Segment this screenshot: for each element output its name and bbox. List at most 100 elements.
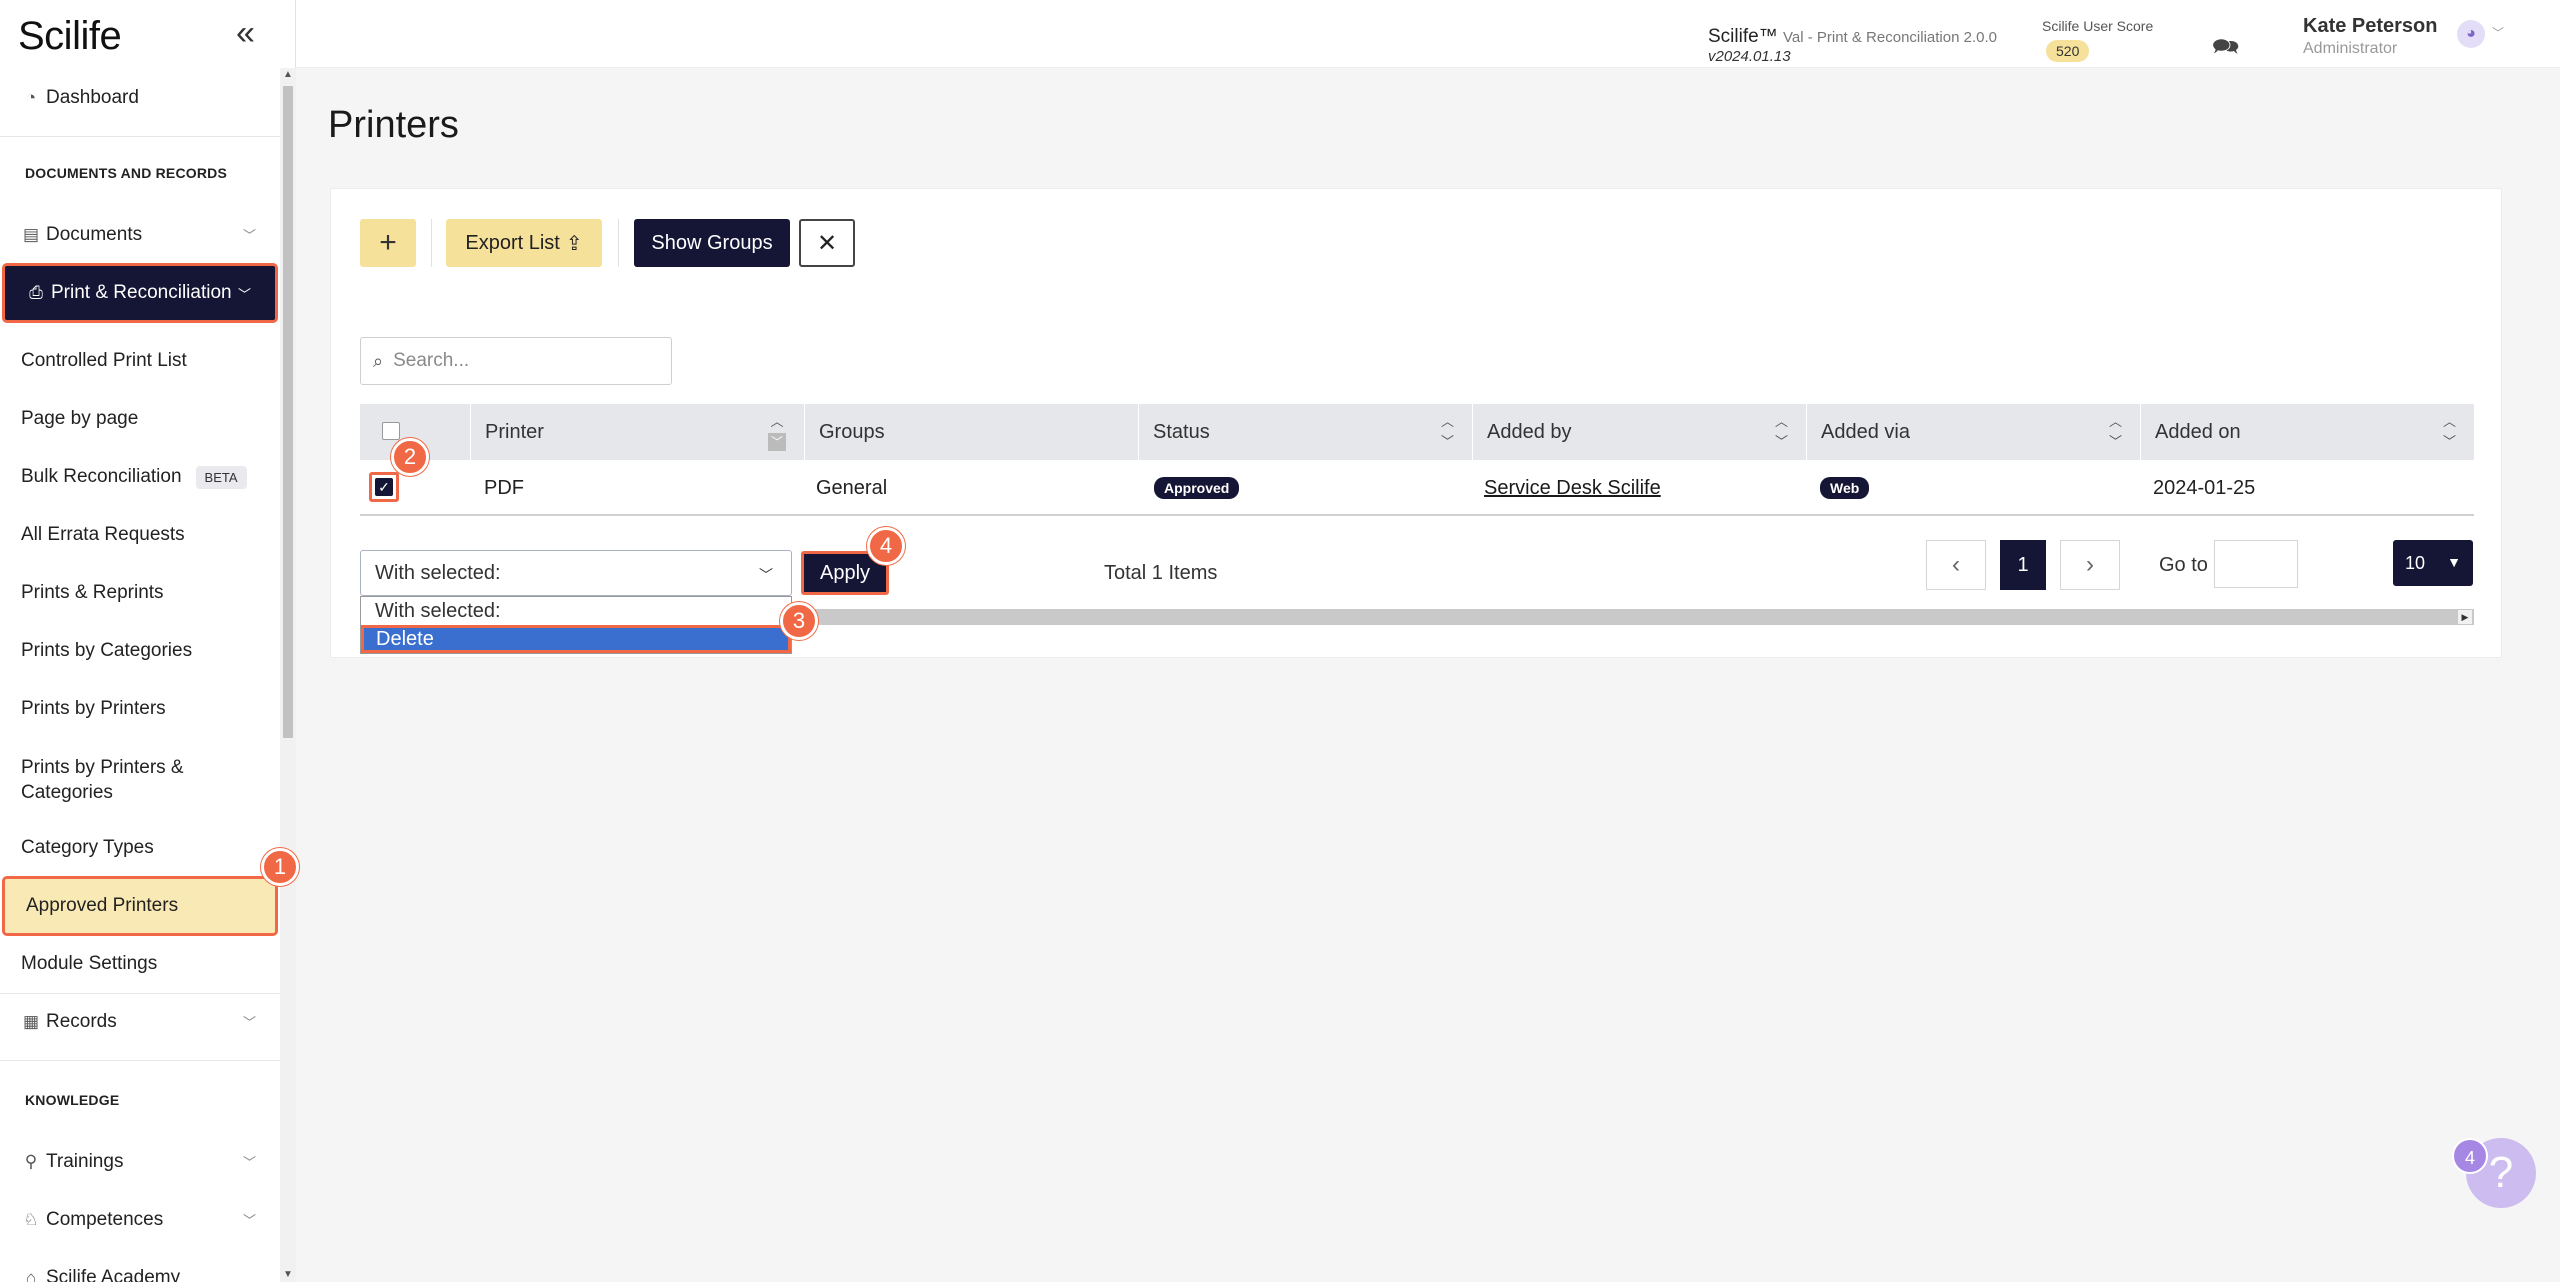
chevron-down-icon: ﹀ <box>242 1155 256 1170</box>
user-role: Administrator <box>2303 40 2398 57</box>
added-via-badge: Web <box>1820 477 1870 499</box>
page-size-select[interactable]: 10 ▼ <box>2393 540 2473 586</box>
next-page-button[interactable]: › <box>2060 540 2120 590</box>
user-name[interactable]: Kate Peterson <box>2303 15 2438 38</box>
sidebar-item-records[interactable]: ▦ Records ﹀ <box>0 994 280 1050</box>
chevron-down-icon: ﹀ <box>242 1213 256 1228</box>
column-header-groups: Groups <box>804 404 1138 460</box>
column-label: Added on <box>2155 420 2241 443</box>
printer-icon: ⎙ <box>29 283 43 302</box>
scilife-logo[interactable]: Scilife <box>18 14 122 59</box>
cell-added-via: Web <box>1820 460 1870 516</box>
sidebar-item-documents[interactable]: ▤ Documents ﹀ <box>0 207 280 263</box>
chevron-down-icon: ﹀ <box>237 287 251 302</box>
document-icon: ▤ <box>22 225 40 244</box>
sidebar-item-label: Scilife Academy <box>46 1267 181 1282</box>
scroll-down-icon[interactable]: ▼ <box>283 1270 293 1280</box>
sort-icon[interactable]: ︿ ﹀ <box>1441 412 1454 452</box>
close-icon[interactable]: ✕ <box>799 219 855 267</box>
sidebar-item-prints-reprints[interactable]: Prints & Reprints <box>0 565 280 621</box>
added-by-link[interactable]: Service Desk Scilife <box>1484 477 1661 500</box>
dumbbell-icon: ⚲ <box>24 1152 38 1171</box>
column-label: Added via <box>1821 420 1910 443</box>
column-header-added-via[interactable]: Added via ︿ ﹀ <box>1806 404 2140 460</box>
sidebar-item-prints-by-printers-categories[interactable]: Prints by Printers & Categories <box>0 748 220 812</box>
page-title: Printers <box>328 104 459 146</box>
sidebar-item-label: Prints by Categories <box>21 640 193 661</box>
option-delete[interactable]: Delete <box>361 625 791 653</box>
column-header-added-on[interactable]: Added on ︿ ﹀ <box>2140 404 2474 460</box>
sidebar-item-label: Page by page <box>21 408 139 429</box>
section-title-documents-records: DOCUMENTS AND RECORDS <box>25 165 228 181</box>
column-label: Added by <box>1487 420 1572 443</box>
scroll-right-icon[interactable]: ▶ <box>2458 610 2472 624</box>
cell-status: Approved <box>1154 460 1240 516</box>
sidebar-item-label: Trainings <box>46 1151 124 1172</box>
check-icon: ✓ <box>375 478 393 496</box>
prev-page-button[interactable]: ‹ <box>1926 540 1986 590</box>
row-checkbox[interactable]: ✓ <box>369 472 399 502</box>
sort-icon[interactable]: ︿ ﹀ <box>768 412 786 452</box>
chevron-down-icon: ﹀ <box>242 228 256 243</box>
column-header-added-by[interactable]: Added by ︿ ﹀ <box>1472 404 1806 460</box>
sidebar-item-module-settings[interactable]: Module Settings <box>0 936 280 992</box>
module-name: Val - Print & Reconciliation 2.0.0 <box>1782 29 1997 46</box>
chevron-down-icon[interactable]: ﹀ <box>2492 24 2504 41</box>
sort-icon[interactable]: ︿ ﹀ <box>1775 412 1788 452</box>
sidebar-item-label: All Errata Requests <box>21 524 185 545</box>
goto-input[interactable] <box>2214 540 2298 588</box>
sidebar-item-all-errata-requests[interactable]: All Errata Requests <box>0 507 280 563</box>
sidebar-item-competences[interactable]: ♘ Competences ﹀ <box>0 1192 280 1248</box>
column-header-printer[interactable]: Printer ︿ ﹀ <box>470 404 804 460</box>
sidebar-nav: ◔ Dashboard DOCUMENTS AND RECORDS ▤ Docu… <box>0 68 280 1282</box>
page-button-current[interactable]: 1 <box>2000 540 2046 590</box>
chevron-down-icon: ﹀ <box>759 567 773 583</box>
export-list-button[interactable]: Export List ⇪ <box>446 219 602 267</box>
cell-printer: PDF <box>484 476 524 499</box>
status-badge: Approved <box>1154 477 1240 499</box>
search-placeholder: Search... <box>393 350 470 371</box>
sidebar-item-print-reconciliation[interactable]: ⎙ Print & Reconciliation ﹀ <box>2 263 278 323</box>
show-groups-button[interactable]: Show Groups <box>634 219 790 267</box>
sidebar-item-bulk-reconciliation[interactable]: Bulk Reconciliation BETA <box>0 449 280 505</box>
search-input[interactable]: ⌕ Search... <box>360 337 672 385</box>
column-label: Printer <box>485 420 544 443</box>
bulk-action-dropdown: With selected: Delete <box>360 596 792 654</box>
sidebar-item-approved-printers[interactable]: Approved Printers <box>2 876 278 936</box>
sort-icon[interactable]: ︿ ﹀ <box>2443 412 2456 452</box>
add-printer-button[interactable]: + <box>360 219 416 267</box>
option-with-selected[interactable]: With selected: <box>361 597 791 625</box>
cell-groups: General <box>816 476 888 499</box>
sidebar-scrollbar[interactable]: ▲ ▼ <box>280 68 296 1282</box>
sidebar-item-trainings[interactable]: ⚲ Trainings ﹀ <box>0 1134 280 1190</box>
select-all-checkbox[interactable] <box>382 422 400 440</box>
beta-badge: BETA <box>195 465 247 489</box>
scroll-up-icon[interactable]: ▲ <box>283 70 293 80</box>
table-row[interactable]: ✓ PDF General Approved Service Desk Scil… <box>360 460 2474 516</box>
sidebar-item-label: Records <box>46 1011 117 1032</box>
app-name-text: Scilife™ <box>1708 26 1778 47</box>
collapse-sidebar-icon[interactable]: « <box>236 16 255 50</box>
upload-icon: ⇪ <box>565 232 583 255</box>
divider <box>618 219 619 267</box>
bulk-action-select[interactable]: With selected: ﹀ <box>360 550 792 596</box>
scrollbar-thumb[interactable] <box>283 86 293 738</box>
sidebar-item-label: Prints by Printers <box>21 698 166 719</box>
chevron-left-icon: ‹ <box>1952 551 1960 578</box>
sidebar-item-page-by-page[interactable]: Page by page <box>0 391 280 447</box>
table-horizontal-scrollbar[interactable]: ▶ <box>792 609 2474 625</box>
sidebar-item-category-types[interactable]: Category Types <box>0 820 280 876</box>
divider <box>0 136 280 137</box>
sidebar-item-prints-by-printers[interactable]: Prints by Printers <box>0 681 280 737</box>
sidebar-item-label: Module Settings <box>21 953 158 974</box>
column-header-status[interactable]: Status ︿ ﹀ <box>1138 404 1472 460</box>
sort-icon[interactable]: ︿ ﹀ <box>2109 412 2122 452</box>
avatar[interactable]: ◕ <box>2457 20 2485 48</box>
chat-icon[interactable]: 🗪 <box>2212 30 2239 68</box>
app-version: v2024.01.13 <box>1708 48 1791 65</box>
column-label: Groups <box>819 420 885 443</box>
sidebar-item-dashboard[interactable]: ◔ Dashboard <box>0 70 280 126</box>
sidebar-item-prints-by-categories[interactable]: Prints by Categories <box>0 623 280 679</box>
sidebar-item-controlled-print-list[interactable]: Controlled Print List <box>0 333 280 389</box>
sidebar-item-scilife-academy[interactable]: ⌂ Scilife Academy <box>0 1250 280 1282</box>
